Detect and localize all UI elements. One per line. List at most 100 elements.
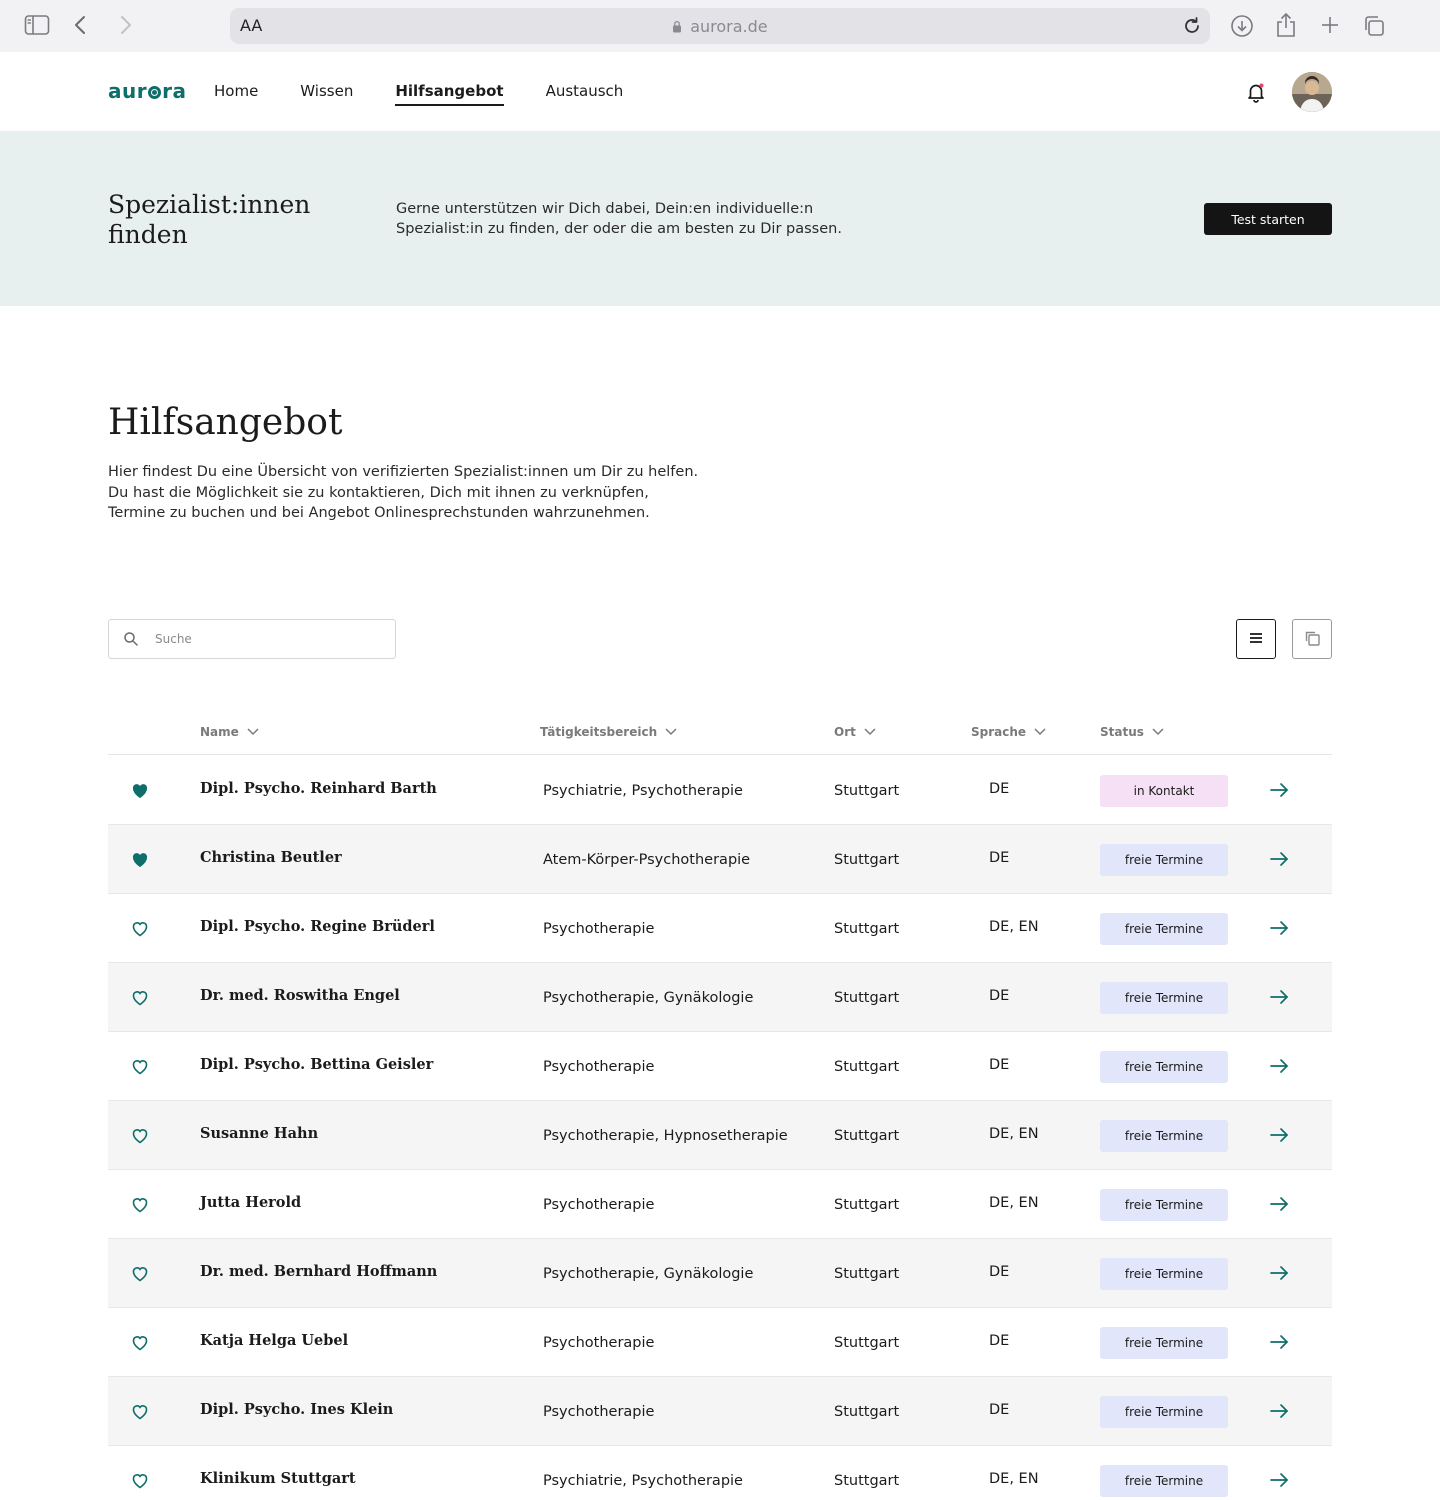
search-input[interactable] xyxy=(155,629,385,649)
arrow-right-icon[interactable] xyxy=(1268,1470,1292,1490)
chevron-right-icon[interactable] xyxy=(116,14,136,36)
table-row[interactable]: Dr. med. Bernhard Hoffmann Psychotherapie… xyxy=(108,1239,1332,1308)
heart-icon[interactable] xyxy=(130,1126,150,1146)
chevron-left-icon[interactable] xyxy=(70,14,90,36)
column-ort-header[interactable]: Ort xyxy=(834,725,876,739)
column-name-label: Name xyxy=(200,725,239,739)
specialist-area: Psychotherapie, Gynäkologie xyxy=(543,990,754,1006)
nav-hilfsangebot[interactable]: Hilfsangebot xyxy=(395,82,504,106)
test-start-button[interactable]: Test starten xyxy=(1204,203,1332,235)
specialist-name[interactable]: Dipl. Psycho. Regine Brüderl xyxy=(200,918,435,935)
table-row[interactable]: Dipl. Psycho. Regine Brüderl Psychotherap… xyxy=(108,894,1332,963)
table-row[interactable]: Dipl. Psycho. Ines Klein Psychotherapie St… xyxy=(108,1377,1332,1446)
specialist-location: Stuttgart xyxy=(834,1059,900,1075)
heart-icon[interactable] xyxy=(130,1471,150,1491)
specialist-name[interactable]: Dipl. Psycho. Bettina Geisler xyxy=(200,1056,433,1073)
specialist-name[interactable]: Susanne Hahn xyxy=(200,1125,318,1142)
specialist-name[interactable]: Klinikum Stuttgart xyxy=(200,1470,356,1487)
download-icon[interactable] xyxy=(1230,14,1254,38)
list-view-icon xyxy=(1249,632,1263,647)
specialist-language: DE xyxy=(989,1264,1010,1280)
list-view-button[interactable] xyxy=(1236,619,1276,659)
status-badge[interactable]: freie Termine xyxy=(1100,1465,1228,1497)
table-row[interactable]: Dipl. Psycho. Bettina Geisler Psychothera… xyxy=(108,1032,1332,1101)
specialist-name[interactable]: Katja Helga Uebel xyxy=(200,1332,348,1349)
status-badge[interactable]: freie Termine xyxy=(1100,844,1228,876)
column-language-header[interactable]: Sprache xyxy=(971,725,1046,739)
grid-view-button[interactable] xyxy=(1292,619,1332,659)
heart-icon[interactable] xyxy=(130,850,150,870)
specialist-location: Stuttgart xyxy=(834,1266,900,1282)
heart-icon[interactable] xyxy=(130,781,150,801)
specialist-name[interactable]: Dr. med. Bernhard Hoffmann xyxy=(200,1263,437,1280)
status-badge[interactable]: freie Termine xyxy=(1100,913,1228,945)
search-box[interactable] xyxy=(108,619,396,659)
browser-toolbar: AA aurora.de xyxy=(0,0,1440,52)
sidebar-toggle-icon[interactable] xyxy=(24,14,50,36)
url-display[interactable]: aurora.de xyxy=(230,17,1210,36)
arrow-right-icon[interactable] xyxy=(1268,987,1292,1007)
status-badge[interactable]: freie Termine xyxy=(1100,1051,1228,1083)
arrow-right-icon[interactable] xyxy=(1268,780,1292,800)
address-bar[interactable]: AA aurora.de xyxy=(230,8,1210,44)
status-badge[interactable]: freie Termine xyxy=(1100,1258,1228,1290)
specialist-name[interactable]: Dipl. Psycho. Ines Klein xyxy=(200,1401,393,1418)
specialist-location: Stuttgart xyxy=(834,990,900,1006)
column-status-header[interactable]: Status xyxy=(1100,725,1164,739)
bell-icon[interactable] xyxy=(1244,80,1268,104)
table-row[interactable]: Jutta Herold Psychotherapie Stuttgart DE, E… xyxy=(108,1170,1332,1239)
specialist-location: Stuttgart xyxy=(834,921,900,937)
specialist-language: DE, EN xyxy=(989,1471,1039,1487)
heart-icon[interactable] xyxy=(130,919,150,939)
arrow-right-icon[interactable] xyxy=(1268,1401,1292,1421)
column-name-header[interactable]: Name xyxy=(200,725,259,739)
search-icon xyxy=(123,631,139,647)
specialist-name[interactable]: Dipl. Psycho. Reinhard Barth xyxy=(200,780,437,797)
specialist-name[interactable]: Dr. med. Roswitha Engel xyxy=(200,987,400,1004)
heart-icon[interactable] xyxy=(130,1057,150,1077)
status-badge[interactable]: freie Termine xyxy=(1100,1189,1228,1221)
status-badge[interactable]: freie Termine xyxy=(1100,1396,1228,1428)
heart-icon[interactable] xyxy=(130,1264,150,1284)
heart-icon[interactable] xyxy=(130,1195,150,1215)
arrow-right-icon[interactable] xyxy=(1268,1263,1292,1283)
table-row[interactable]: Klinikum Stuttgart Psychiatrie, Psychothe… xyxy=(108,1446,1332,1500)
specialist-name[interactable]: Jutta Herold xyxy=(200,1194,301,1211)
heart-icon[interactable] xyxy=(130,1402,150,1422)
arrow-right-icon[interactable] xyxy=(1268,1056,1292,1076)
table-row[interactable]: Dr. med. Roswitha Engel Psychotherapie, G… xyxy=(108,963,1332,1032)
arrow-right-icon[interactable] xyxy=(1268,1332,1292,1352)
heart-icon[interactable] xyxy=(130,1333,150,1353)
table-row[interactable]: Christina Beutler Atem-Körper-Psychothera… xyxy=(108,825,1332,894)
aurora-logo[interactable]: aur ra xyxy=(108,79,186,103)
nav-wissen[interactable]: Wissen xyxy=(300,82,353,106)
table-row[interactable]: Susanne Hahn Psychotherapie, Hypnosethera… xyxy=(108,1101,1332,1170)
share-icon[interactable] xyxy=(1274,12,1298,38)
arrow-right-icon[interactable] xyxy=(1268,918,1292,938)
column-area-header[interactable]: Tätigkeitsbereich xyxy=(540,725,677,739)
table-row[interactable]: Katja Helga Uebel Psychotherapie Stuttgart… xyxy=(108,1308,1332,1377)
status-badge[interactable]: freie Termine xyxy=(1100,982,1228,1014)
column-language-label: Sprache xyxy=(971,725,1027,739)
status-badge[interactable]: freie Termine xyxy=(1100,1120,1228,1152)
status-badge[interactable]: in Kontakt xyxy=(1100,775,1228,807)
arrow-right-icon[interactable] xyxy=(1268,1125,1292,1145)
arrow-right-icon[interactable] xyxy=(1268,1194,1292,1214)
grid-view-icon xyxy=(1304,630,1320,649)
heart-icon[interactable] xyxy=(130,988,150,1008)
hero-text: Gerne unterstützen wir Dich dabei, Dein:… xyxy=(396,201,842,237)
plus-icon[interactable] xyxy=(1319,14,1341,36)
specialist-area: Psychiatrie, Psychotherapie xyxy=(543,783,743,799)
nav-home[interactable]: Home xyxy=(214,82,258,106)
table-row[interactable]: Dipl. Psycho. Reinhard Barth Psychiatrie,… xyxy=(108,756,1332,825)
specialist-location: Stuttgart xyxy=(834,1128,900,1144)
chevron-down-icon xyxy=(1152,728,1164,736)
specialist-language: DE xyxy=(989,781,1010,797)
status-badge[interactable]: freie Termine xyxy=(1100,1327,1228,1359)
arrow-right-icon[interactable] xyxy=(1268,849,1292,869)
reload-icon[interactable] xyxy=(1180,14,1204,38)
specialist-name[interactable]: Christina Beutler xyxy=(200,849,342,866)
tabs-icon[interactable] xyxy=(1362,14,1386,38)
avatar[interactable] xyxy=(1292,72,1332,112)
nav-austausch[interactable]: Austausch xyxy=(546,82,624,106)
